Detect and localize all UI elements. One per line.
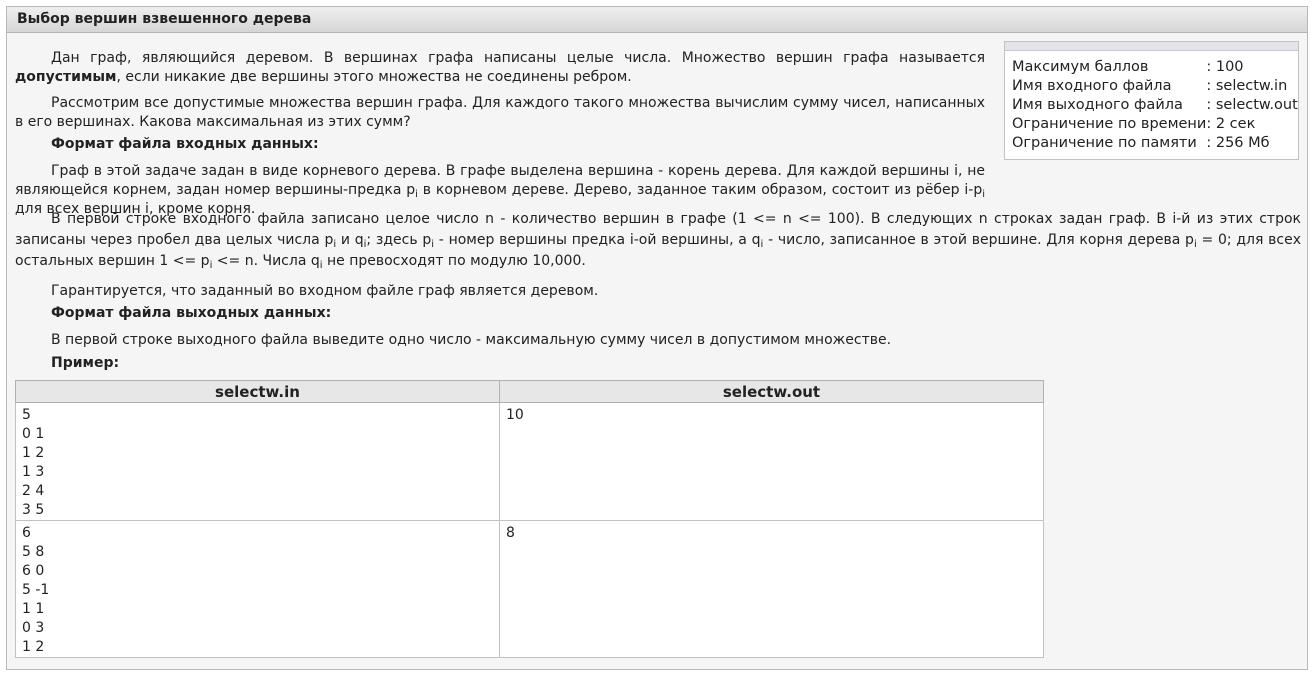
- text: <= n. Числа q: [212, 253, 320, 269]
- limit-row-max-score: Максимум баллов : 100: [1012, 58, 1298, 77]
- limit-row-time: Ограничение по времени : 2 сек: [1012, 115, 1298, 134]
- example-row: 5 0 1 1 2 1 3 2 4 3 5 10: [15, 402, 1044, 521]
- limit-key: Имя входного файла: [1012, 78, 1172, 94]
- limit-value: : selectw.out: [1206, 97, 1298, 113]
- limits-box-header: [1005, 42, 1298, 51]
- problem-panel: Выбор вершин взвешенного дерева Максимум…: [6, 6, 1308, 670]
- example-table-header: selectw.in selectw.out: [15, 380, 1044, 403]
- limit-row-memory: Ограничение по памяти : 256 Мб: [1012, 134, 1298, 153]
- term-admissible: допустимым: [15, 69, 117, 85]
- limit-row-input-file: Имя входного файла : selectw.in: [1012, 77, 1298, 96]
- example-table: selectw.in selectw.out 5 0 1 1 2 1 3 2 4…: [15, 380, 1044, 658]
- limits-table: Максимум баллов : 100 Имя входного файла…: [1012, 58, 1298, 153]
- example-input: 6 5 8 6 0 5 -1 1 1 0 3 1 2: [15, 520, 500, 658]
- example-header: Пример:: [51, 355, 120, 371]
- input-format-header: Формат файла входных данных:: [51, 136, 319, 152]
- text: - число, записанное в этой вершине. Для …: [763, 232, 1194, 248]
- limits-box: Максимум баллов : 100 Имя входного файла…: [1004, 41, 1299, 160]
- column-header-input: selectw.in: [15, 380, 500, 403]
- text: не превосходят по модулю 10,000.: [322, 253, 586, 269]
- statement-paragraph-4: В первой строке входного файла записано …: [15, 209, 1301, 272]
- statement-paragraph-1: Дан граф, являющийся деревом. В вершинах…: [15, 49, 985, 87]
- example-output: 8: [499, 520, 1044, 658]
- text: , если никакие две вершины этого множест…: [116, 69, 632, 85]
- limit-value: : 256 Мб: [1206, 135, 1270, 151]
- limit-row-output-file: Имя выходного файла : selectw.out: [1012, 96, 1298, 115]
- subscript: i: [982, 189, 985, 200]
- limit-value: : 2 сек: [1206, 116, 1256, 132]
- limit-key: Ограничение по времени: [1012, 116, 1207, 132]
- example-output: 10: [499, 402, 1044, 521]
- text: в корневом дереве. Дерево, заданное таки…: [417, 182, 983, 198]
- limit-value: : 100: [1206, 59, 1244, 75]
- problem-title: Выбор вершин взвешенного дерева: [7, 7, 1307, 33]
- column-header-output: selectw.out: [499, 380, 1044, 403]
- limit-value: : selectw.in: [1206, 78, 1288, 94]
- text: - номер вершины предка i-ой вершины, а q: [434, 232, 761, 248]
- example-input: 5 0 1 1 2 1 3 2 4 3 5: [15, 402, 500, 521]
- output-format-header: Формат файла выходных данных:: [51, 305, 332, 321]
- example-row: 6 5 8 6 0 5 -1 1 1 0 3 1 2 8: [15, 520, 1044, 658]
- statement-paragraph-5: Гарантируется, что заданный во входном ф…: [51, 283, 599, 299]
- limit-key: Имя выходного файла: [1012, 97, 1183, 113]
- limit-key: Ограничение по памяти: [1012, 135, 1197, 151]
- statement-paragraph-2: Рассмотрим все допустимые множества верш…: [15, 95, 985, 130]
- limit-key: Максимум баллов: [1012, 59, 1149, 75]
- text: Дан граф, являющийся деревом. В вершинах…: [51, 50, 985, 66]
- statement-paragraph-6: В первой строке выходного файла выведите…: [51, 332, 892, 348]
- text: ; здесь p: [366, 232, 432, 248]
- text: и q: [336, 232, 364, 248]
